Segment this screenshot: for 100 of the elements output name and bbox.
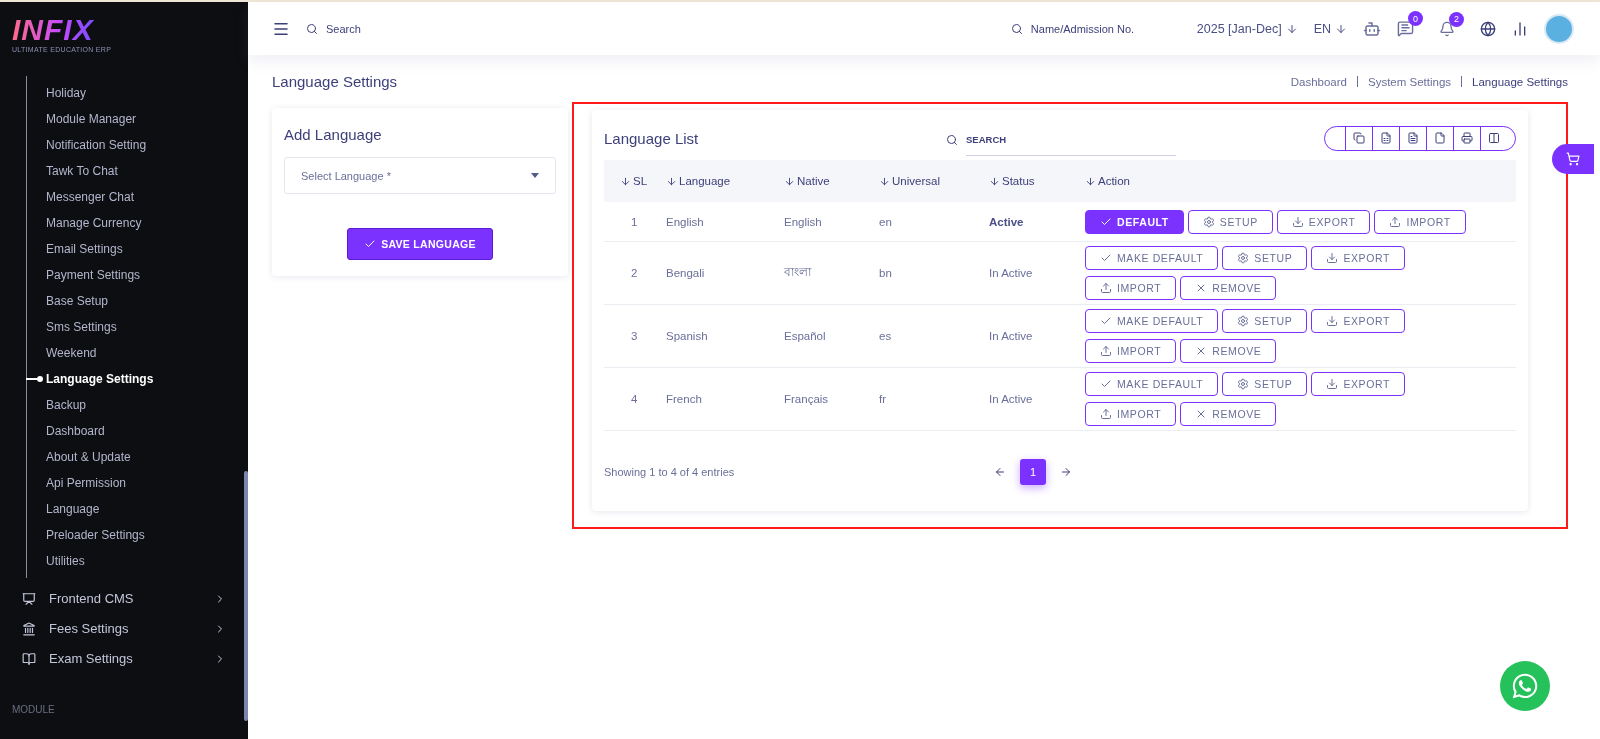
gear-icon: [1237, 252, 1250, 264]
setup-button[interactable]: SETUP: [1222, 372, 1308, 396]
active-marker: [26, 378, 40, 380]
sidebar-item[interactable]: Dashboard: [46, 418, 105, 444]
cart-button[interactable]: [1552, 144, 1594, 174]
sidebar-item[interactable]: Manage Currency: [46, 210, 142, 236]
upload-icon: [1100, 345, 1112, 357]
arrow-down-icon: [1335, 22, 1347, 35]
globe-button[interactable]: [1480, 20, 1496, 37]
export-button[interactable]: EXPORT: [1311, 246, 1405, 270]
export-button[interactable]: EXPORT: [1311, 372, 1405, 396]
upload-icon: [1389, 215, 1402, 228]
sidebar-item[interactable]: Weekend: [46, 340, 97, 366]
spreadsheet-icon: [1380, 132, 1392, 144]
column-header[interactable]: Native: [780, 175, 875, 187]
sidebar-group[interactable]: Exam Settings: [0, 644, 244, 674]
entries-info: Showing 1 to 4 of 4 entries: [604, 466, 736, 478]
setup-button[interactable]: SETUP: [1222, 246, 1308, 270]
sort-arrow-icon: [879, 175, 890, 187]
import-button[interactable]: IMPORT: [1374, 209, 1466, 234]
sidebar-item[interactable]: Language: [46, 496, 100, 522]
arrow-left-icon: [994, 466, 1006, 478]
column-header[interactable]: SL: [604, 175, 662, 187]
import-button[interactable]: IMPORT: [1085, 402, 1177, 426]
sidebar-group[interactable]: Fees Settings: [0, 614, 244, 644]
sort-arrow-icon: [620, 175, 631, 187]
print-icon: [1461, 132, 1473, 144]
sidebar-item[interactable]: Preloader Settings: [46, 522, 145, 548]
file-icon: [1434, 132, 1446, 144]
table-cell-text: French: [665, 393, 703, 405]
next-page-button[interactable]: [1060, 466, 1072, 478]
session-dropdown[interactable]: 2025 [Jan-Dec]: [1196, 21, 1298, 36]
sidebar-item[interactable]: Holiday: [46, 80, 87, 106]
gear-icon: [1237, 315, 1250, 327]
robot-button[interactable]: [1363, 19, 1381, 38]
export-button[interactable]: EXPORT: [1311, 309, 1405, 333]
default-button[interactable]: DEFAULT: [1085, 209, 1184, 234]
table-search-field[interactable]: SEARCH: [966, 134, 1176, 156]
breadcrumb-link[interactable]: System Settings: [1368, 75, 1452, 88]
sidebar-item[interactable]: Notification Setting: [46, 132, 147, 158]
sidebar-item[interactable]: Module Manager: [46, 106, 137, 132]
download-icon: [1291, 215, 1304, 228]
make-default-button[interactable]: MAKE DEFAULT: [1085, 309, 1219, 333]
check-icon: [1100, 315, 1112, 327]
breadcrumb-link[interactable]: Language Settings: [1472, 75, 1568, 88]
export-button[interactable]: EXPORT: [1276, 209, 1371, 234]
sort-arrow-icon: [784, 175, 795, 187]
import-button[interactable]: IMPORT: [1085, 276, 1177, 300]
make-default-button[interactable]: MAKE DEFAULT: [1085, 246, 1219, 270]
upload-icon: [1100, 282, 1112, 294]
sidebar-item[interactable]: Messenger Chat: [46, 184, 135, 210]
sidebar-item[interactable]: About & Update: [46, 444, 131, 470]
status-cell-text: In Active: [988, 267, 1034, 279]
import-button[interactable]: IMPORT: [1085, 339, 1177, 363]
gear-icon: [1202, 215, 1215, 228]
page-button[interactable]: 1: [1020, 459, 1046, 485]
sidebar-item[interactable]: Utilities: [46, 548, 85, 574]
chart-button[interactable]: [1512, 20, 1528, 37]
previous-page-button[interactable]: [994, 466, 1006, 478]
sidebar-group[interactable]: Frontend CMS: [0, 584, 244, 614]
columns-icon: [1488, 132, 1500, 144]
sidebar-item[interactable]: Email Settings: [46, 236, 123, 262]
card-title: Language List: [604, 129, 700, 147]
column-header[interactable]: Status: [985, 175, 1081, 187]
column-header[interactable]: Language: [662, 175, 780, 187]
sidebar-item[interactable]: Base Setup: [46, 288, 109, 314]
remove-button[interactable]: REMOVE: [1180, 276, 1277, 300]
table-cell-text: Bengali: [665, 267, 706, 279]
download-icon: [1326, 315, 1339, 327]
check-icon: [364, 238, 377, 250]
sort-arrow-icon: [1085, 175, 1096, 187]
whatsapp-icon: [1511, 672, 1539, 700]
column-header[interactable]: Universal: [875, 175, 985, 187]
table-cell-text: English: [783, 215, 823, 228]
remove-button[interactable]: REMOVE: [1180, 339, 1277, 363]
column-header[interactable]: Action: [1081, 175, 1516, 187]
make-default-button[interactable]: MAKE DEFAULT: [1085, 372, 1219, 396]
download-icon: [1326, 252, 1339, 264]
breadcrumb-link[interactable]: Dashboard: [1290, 75, 1347, 88]
setup-button[interactable]: SETUP: [1222, 309, 1308, 333]
sidebar-item[interactable]: Payment Settings: [46, 262, 141, 288]
setup-button[interactable]: SETUP: [1187, 209, 1273, 234]
notification-button[interactable]: 2: [1439, 11, 1464, 37]
scrollbar-thumb[interactable]: [244, 471, 248, 721]
arrow-right-icon: [1060, 466, 1072, 478]
save-button[interactable]: SAVE LANGUAGE: [347, 228, 493, 260]
sidebar-item[interactable]: Tawk To Chat: [46, 158, 118, 184]
sidebar-item[interactable]: Sms Settings: [46, 314, 117, 340]
cart-icon: [1566, 152, 1580, 166]
sidebar-item[interactable]: Backup: [46, 392, 87, 418]
message-icon: [1397, 20, 1414, 37]
table-cell-text: fr: [878, 393, 888, 405]
robot-icon: [1363, 19, 1381, 38]
chat-button[interactable]: 0: [1397, 11, 1423, 37]
remove-button[interactable]: REMOVE: [1180, 402, 1277, 426]
language-dropdown[interactable]: EN: [1313, 21, 1347, 36]
arrow-down-icon: [1285, 22, 1298, 35]
gear-icon: [1237, 378, 1250, 390]
language-select[interactable]: Select Language *: [284, 157, 556, 194]
sidebar-item[interactable]: Api Permission: [46, 470, 127, 496]
